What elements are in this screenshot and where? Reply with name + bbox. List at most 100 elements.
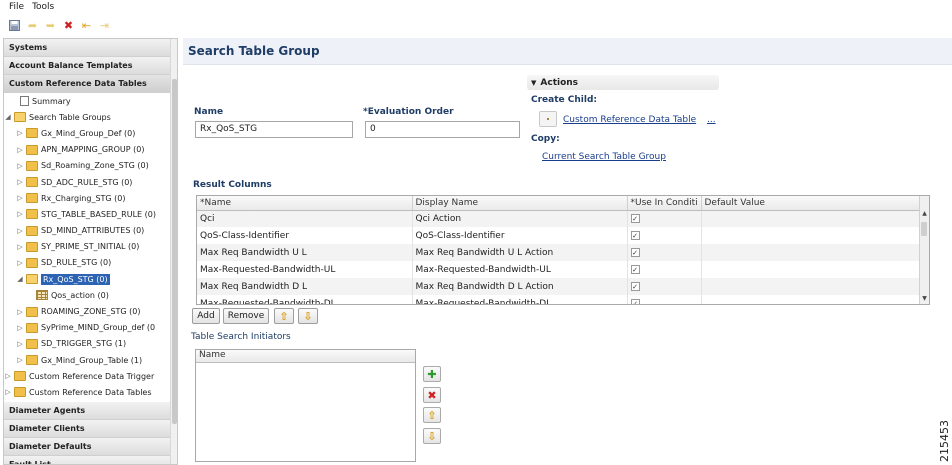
- collapse-icon[interactable]: ▷: [16, 324, 24, 332]
- tree-item[interactable]: ▷ SyPrime_MIND_Group_def (0: [4, 320, 177, 336]
- nav-account-balance-templates[interactable]: Account Balance Templates: [4, 57, 177, 75]
- tree-row-search-table-groups[interactable]: ◢ Search Table Groups: [4, 109, 177, 125]
- collapse-icon[interactable]: ▷: [16, 210, 24, 218]
- move-initiator-up-button[interactable]: ⇧: [423, 407, 441, 423]
- table-row[interactable]: Max-Requested-Bandwidth-UL Max-Requested-…: [197, 261, 923, 278]
- evaluation-order-field[interactable]: 0: [365, 121, 520, 138]
- cell-name[interactable]: Qci: [197, 210, 413, 227]
- tree-item[interactable]: ▷ STG_TABLE_BASED_RULE (0): [4, 206, 177, 222]
- scroll-thumb[interactable]: [172, 79, 177, 424]
- collapse-icon[interactable]: ▷: [16, 308, 24, 316]
- cell-display-name[interactable]: Max-Requested-Bandwidth-UL: [412, 261, 628, 278]
- column-header-default-value[interactable]: Default Value: [701, 196, 923, 211]
- export-icon[interactable]: ⇥: [98, 19, 111, 32]
- cell-name[interactable]: Max-Requested-Bandwidth-UL: [197, 261, 413, 278]
- collapse-icon[interactable]: ▷: [16, 178, 24, 186]
- column-header-display-name[interactable]: Display Name: [412, 196, 628, 211]
- cell-display-name[interactable]: Max Req Bandwidth U L Action: [412, 244, 628, 261]
- expand-icon[interactable]: ◢: [4, 113, 12, 121]
- checkbox[interactable]: ✓: [630, 264, 640, 274]
- add-initiator-button[interactable]: ✚: [423, 366, 441, 382]
- checkbox[interactable]: ✓: [630, 247, 640, 257]
- cell-name[interactable]: QoS-Class-Identifier: [197, 227, 413, 244]
- table-icon-button[interactable]: [539, 111, 557, 127]
- table-row[interactable]: Max-Requested-Bandwidth-DL Max-Requested-…: [197, 295, 923, 304]
- checkbox[interactable]: ✓: [630, 230, 640, 240]
- cell-name[interactable]: Max Req Bandwidth U L: [197, 244, 413, 261]
- scroll-thumb[interactable]: [921, 222, 927, 236]
- collapse-icon[interactable]: ▷: [16, 356, 24, 364]
- expand-icon[interactable]: ◢: [16, 275, 24, 283]
- tree-item[interactable]: ▷ SD_MIND_ATTRIBUTES (0): [4, 223, 177, 239]
- table-row[interactable]: Max Req Bandwidth D L Max Req Bandwidth D…: [197, 278, 923, 295]
- tree-row-crd-trigger[interactable]: ▷ Custom Reference Data Trigger: [4, 368, 177, 384]
- move-initiator-down-button[interactable]: ⇩: [423, 428, 441, 444]
- nav-fault-list[interactable]: Fault List: [4, 456, 170, 464]
- tree-item-child[interactable]: Qos_action (0): [4, 287, 177, 303]
- tree-item[interactable]: ▷ SD_TRIGGER_STG (1): [4, 336, 177, 352]
- column-header-use-in-conditions[interactable]: *Use In Conditi: [627, 196, 702, 211]
- checkbox[interactable]: ✓: [630, 281, 640, 291]
- tree-item[interactable]: ▷ APN_MAPPING_GROUP (0): [4, 142, 177, 158]
- cell-display-name[interactable]: Max Req Bandwidth D L Action: [412, 278, 628, 295]
- scroll-down-icon[interactable]: ▼: [920, 295, 929, 304]
- table-row[interactable]: Qci Qci Action ✓: [197, 210, 923, 227]
- collapse-icon[interactable]: ▷: [4, 388, 12, 396]
- menu-file[interactable]: File: [9, 2, 24, 12]
- collapse-icon[interactable]: ▷: [16, 259, 24, 267]
- nav-diameter-agents[interactable]: Diameter Agents: [4, 402, 170, 420]
- scroll-up-icon[interactable]: ▲: [920, 210, 929, 219]
- cell-name[interactable]: Max Req Bandwidth D L: [197, 278, 413, 295]
- tree-item[interactable]: ▷ SD_RULE_STG (0): [4, 255, 177, 271]
- nav-diameter-defaults[interactable]: Diameter Defaults: [4, 438, 170, 456]
- tree-item[interactable]: ▷ Rx_Charging_STG (0): [4, 190, 177, 206]
- actions-header[interactable]: ▼ Actions: [527, 75, 719, 90]
- collapse-icon[interactable]: ▷: [16, 243, 24, 251]
- move-up-button[interactable]: ⇧: [274, 308, 294, 324]
- collapse-icon[interactable]: ▷: [16, 146, 24, 154]
- checkbox[interactable]: ✓: [630, 298, 640, 304]
- cell-display-name[interactable]: Qci Action: [412, 210, 628, 227]
- column-header-name[interactable]: *Name: [197, 196, 413, 211]
- custom-reference-data-table-link[interactable]: Custom Reference Data Table: [563, 115, 696, 125]
- column-header-name[interactable]: Name: [196, 350, 415, 363]
- add-button[interactable]: Add: [192, 308, 220, 324]
- remove-button[interactable]: Remove: [223, 308, 269, 324]
- move-down-button[interactable]: ⇩: [298, 308, 318, 324]
- collapse-icon[interactable]: ▷: [16, 129, 24, 137]
- nav-systems[interactable]: Systems: [4, 39, 177, 57]
- cell-name[interactable]: Max-Requested-Bandwidth-DL: [197, 295, 413, 304]
- cell-display-name[interactable]: QoS-Class-Identifier: [412, 227, 628, 244]
- collapse-icon[interactable]: ▷: [16, 194, 24, 202]
- tree-item[interactable]: ▷ Sd_Roaming_Zone_STG (0): [4, 158, 177, 174]
- current-search-table-group-link[interactable]: Current Search Table Group: [542, 152, 666, 162]
- tree-row-summary[interactable]: Summary: [4, 93, 177, 109]
- tree-item[interactable]: ▷ SD_ADC_RULE_STG (0): [4, 174, 177, 190]
- tree-row-crd-tables[interactable]: ▷ Custom Reference Data Tables: [4, 384, 177, 400]
- nav-diameter-clients[interactable]: Diameter Clients: [4, 420, 170, 438]
- nav-scrollbar[interactable]: [170, 39, 177, 464]
- checkbox[interactable]: ✓: [630, 213, 640, 223]
- tree-item[interactable]: ▷ Gx_Mind_Group_Def (0): [4, 125, 177, 141]
- collapse-icon[interactable]: ▷: [4, 372, 12, 380]
- tree-item-selected[interactable]: ◢ Rx_QoS_STG (0): [4, 271, 177, 287]
- cell-display-name[interactable]: Max-Requested-Bandwidth-DL: [412, 295, 628, 304]
- collapse-icon[interactable]: ▷: [16, 340, 24, 348]
- import-icon[interactable]: ⇤: [80, 19, 93, 32]
- remove-initiator-button[interactable]: ✖: [423, 387, 441, 403]
- save-icon[interactable]: [8, 19, 21, 32]
- table-row[interactable]: Max Req Bandwidth U L Max Req Bandwidth U…: [197, 244, 923, 261]
- tree-item[interactable]: ▷ ROAMING_ZONE_STG (0): [4, 303, 177, 319]
- collapse-icon[interactable]: ▷: [16, 227, 24, 235]
- table-scrollbar[interactable]: ▲ ▼: [919, 196, 929, 304]
- collapse-icon[interactable]: ▷: [16, 162, 24, 170]
- table-row[interactable]: QoS-Class-Identifier QoS-Class-Identifier…: [197, 227, 923, 244]
- back-icon[interactable]: ➥: [44, 19, 57, 32]
- nav-custom-reference-data-tables[interactable]: Custom Reference Data Tables: [4, 75, 177, 93]
- forward-icon[interactable]: ➦: [26, 19, 39, 32]
- delete-icon[interactable]: ✖: [62, 19, 75, 32]
- name-field[interactable]: Rx_QoS_STG: [195, 121, 353, 138]
- menu-tools[interactable]: Tools: [32, 2, 54, 12]
- tree-item[interactable]: ▷ SY_PRIME_ST_INITIAL (0): [4, 239, 177, 255]
- tree-item[interactable]: ▷ Gx_Mind_Group_Table (1): [4, 352, 177, 368]
